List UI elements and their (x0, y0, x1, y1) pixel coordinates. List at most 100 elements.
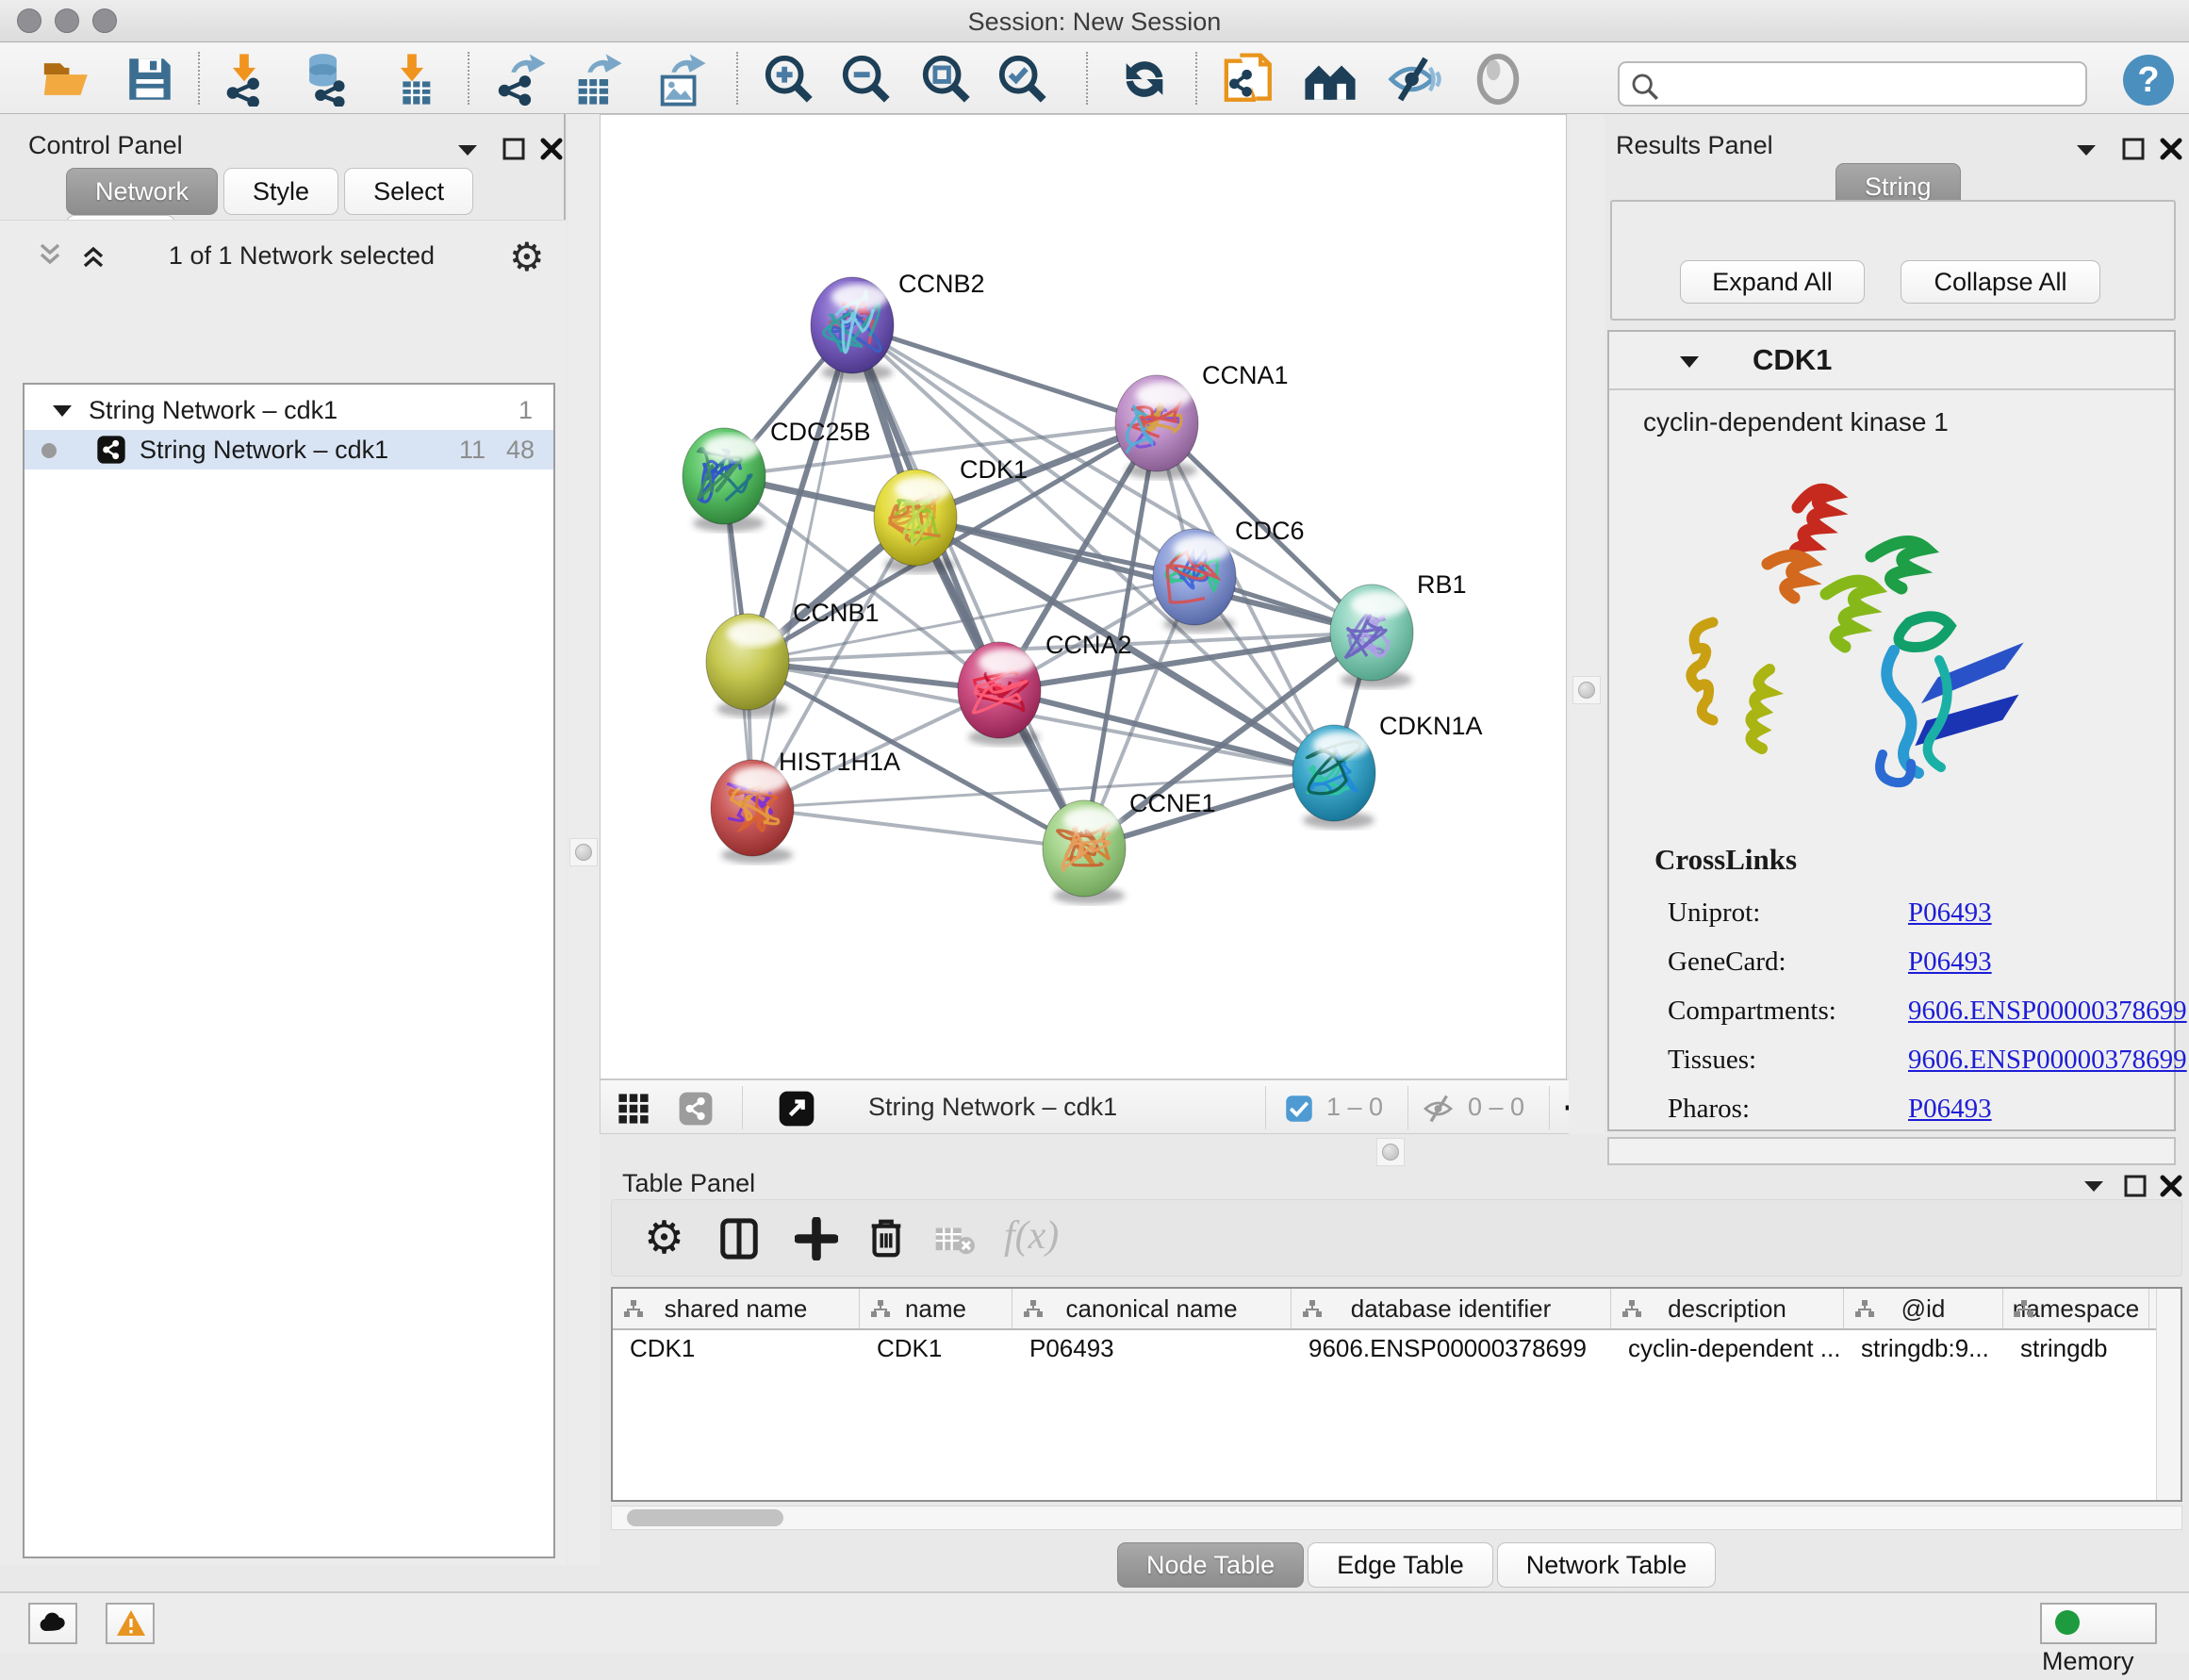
hidden-eye-slash-icon[interactable] (1423, 1094, 1457, 1124)
crosslink-link[interactable]: 9606.ENSP00000378699 (1908, 996, 2187, 1027)
table-cell[interactable]: P06493 (1012, 1334, 1292, 1370)
panel-close-icon[interactable] (2159, 137, 2183, 161)
tab-node-table[interactable]: Node Table (1117, 1542, 1304, 1588)
table-cell[interactable]: stringdb (2003, 1334, 2149, 1370)
grid-view-icon[interactable] (617, 1093, 650, 1125)
collapse-all-button[interactable]: Collapse All (1901, 260, 2100, 304)
tab-edge-table[interactable]: Edge Table (1308, 1542, 1493, 1588)
memory-button[interactable]: Memory (2040, 1603, 2157, 1644)
import-network-database-icon[interactable] (298, 52, 353, 107)
node-CDC6[interactable]: CDC6 (1153, 517, 1305, 633)
edge-CCNB2-CCNA1[interactable] (852, 325, 1157, 423)
tab-network[interactable]: Network (66, 168, 218, 215)
open-session-icon[interactable] (40, 52, 94, 107)
crosslink-link[interactable]: P06493 (1908, 898, 1992, 929)
splitter-handle-icon[interactable] (575, 844, 592, 861)
node-CCNE1[interactable]: CCNE1 (1043, 789, 1216, 904)
show-columns-icon[interactable] (717, 1217, 761, 1260)
node-RB1[interactable]: RB1 (1330, 570, 1467, 688)
crosslink-link[interactable]: P06493 (1908, 1094, 1992, 1125)
panel-float-icon[interactable] (502, 137, 526, 161)
panel-menu-chevron-icon[interactable] (2074, 140, 2098, 159)
expand-all-icon[interactable] (77, 241, 109, 270)
clone-network-document-icon[interactable] (1222, 52, 1276, 107)
tab-style[interactable]: Style (223, 168, 338, 215)
import-network-file-icon[interactable] (217, 52, 272, 107)
edge-HIST1H1A-CCNE1[interactable] (752, 808, 1084, 848)
node-CCNA1[interactable]: CCNA1 (1115, 361, 1289, 479)
network-graph[interactable]: CCNB2CCNA1CDC25BCDK1CDC6RB1CCNB1CCNA2CDK… (601, 115, 1566, 1079)
panel-menu-chevron-icon[interactable] (2082, 1177, 2106, 1195)
help-icon[interactable]: ? (2123, 55, 2174, 106)
warnings-button[interactable] (106, 1603, 155, 1644)
splitter-handle-icon[interactable] (1382, 1144, 1399, 1161)
zoom-selected-icon[interactable] (996, 52, 1050, 107)
graphics-details-houses-icon[interactable] (1303, 52, 1358, 107)
save-session-icon[interactable] (123, 52, 177, 107)
zoom-in-icon[interactable] (762, 52, 816, 107)
node-label-CDKN1A: CDKN1A (1379, 712, 1483, 740)
table-cell[interactable]: CDK1 (613, 1334, 860, 1370)
hide-graphics-eye-slash-icon[interactable] (1387, 52, 1441, 107)
zoom-fit-icon[interactable] (919, 52, 974, 107)
column-header-canonical-name[interactable]: canonical name (1012, 1289, 1292, 1328)
right-splitter[interactable] (1569, 114, 1605, 1134)
add-column-plus-icon[interactable] (795, 1217, 838, 1260)
selected-checkbox-icon[interactable] (1285, 1095, 1313, 1123)
column-header-namespace[interactable]: namespace (2003, 1289, 2149, 1328)
column-header--id[interactable]: @id (1844, 1289, 2003, 1328)
gene-expander-icon[interactable] (1677, 353, 1702, 371)
tree-expander-icon[interactable] (51, 403, 74, 420)
collapse-all-icon[interactable] (34, 241, 66, 270)
gene-header-row[interactable]: CDK1 (1609, 332, 2174, 390)
table-cell[interactable]: CDK1 (860, 1334, 1012, 1370)
birdseye-sphere-icon[interactable] (1471, 52, 1525, 107)
panel-float-icon[interactable] (2121, 137, 2146, 161)
expand-all-button[interactable]: Expand All (1680, 260, 1865, 304)
crosslink-link[interactable]: P06493 (1908, 947, 1992, 978)
network-collection-row[interactable]: String Network – cdk1 1 (25, 390, 553, 430)
zoom-out-icon[interactable] (839, 52, 894, 107)
search-input[interactable] (1671, 65, 2076, 103)
delete-column-trash-icon[interactable] (864, 1215, 908, 1260)
export-table-icon[interactable] (569, 52, 624, 107)
table-cell[interactable]: cyclin-dependent ... (1611, 1334, 1844, 1370)
tab-select[interactable]: Select (344, 168, 473, 215)
table-cell[interactable]: 9606.ENSP00000378699 (1292, 1334, 1611, 1370)
splitter-handle-icon[interactable] (1578, 682, 1595, 699)
column-header-database-identifier[interactable]: database identifier (1292, 1289, 1611, 1328)
table-cell[interactable]: stringdb:9... (1844, 1334, 2003, 1370)
left-splitter[interactable] (568, 114, 600, 1565)
tab-network-table[interactable]: Network Table (1497, 1542, 1717, 1588)
export-image-icon[interactable] (653, 52, 708, 107)
network-options-gear-icon[interactable]: ⚙ (509, 234, 545, 280)
column-header-shared-name[interactable]: shared name (613, 1289, 860, 1328)
selected-count: 1 – 0 (1326, 1093, 1383, 1122)
table-vertical-scrollbar[interactable] (2156, 1289, 2181, 1500)
string-tab-icon[interactable] (678, 1091, 714, 1127)
cloud-status-button[interactable] (28, 1603, 77, 1644)
crosslink-link[interactable]: 9606.ENSP00000378699 (1908, 1045, 2187, 1076)
panel-menu-chevron-icon[interactable] (455, 140, 480, 159)
table-horizontal-scrollbar[interactable] (611, 1506, 2182, 1530)
apply-layout-refresh-icon[interactable] (1117, 52, 1172, 107)
import-table-file-icon[interactable] (385, 52, 439, 107)
detach-view-icon[interactable] (778, 1090, 815, 1128)
scrollbar-thumb[interactable] (627, 1509, 783, 1526)
edge-CCNB2-HIST1H1A[interactable] (752, 325, 852, 808)
results-scrollbar-track[interactable] (1607, 1137, 2176, 1165)
panel-close-icon[interactable] (2159, 1174, 2183, 1198)
table-settings-gear-icon[interactable]: ⚙ (644, 1211, 684, 1264)
network-canvas[interactable]: CCNB2CCNA1CDC25BCDK1CDC6RB1CCNB1CCNA2CDK… (600, 114, 1567, 1079)
column-header-description[interactable]: description (1611, 1289, 1844, 1328)
export-network-icon[interactable] (493, 52, 548, 107)
node-CDKN1A[interactable]: CDKN1A (1292, 712, 1483, 829)
search-field[interactable] (1618, 61, 2087, 107)
network-row[interactable]: String Network – cdk1 11 48 (25, 430, 553, 469)
toolbar-separator (1195, 52, 1197, 105)
panel-float-icon[interactable] (2123, 1174, 2148, 1198)
edge-CDKN1A-HIST1H1A[interactable] (752, 773, 1334, 808)
node-CCNB2[interactable]: CCNB2 (811, 270, 985, 381)
panel-close-icon[interactable] (539, 137, 564, 161)
column-header-name[interactable]: name (860, 1289, 1012, 1328)
